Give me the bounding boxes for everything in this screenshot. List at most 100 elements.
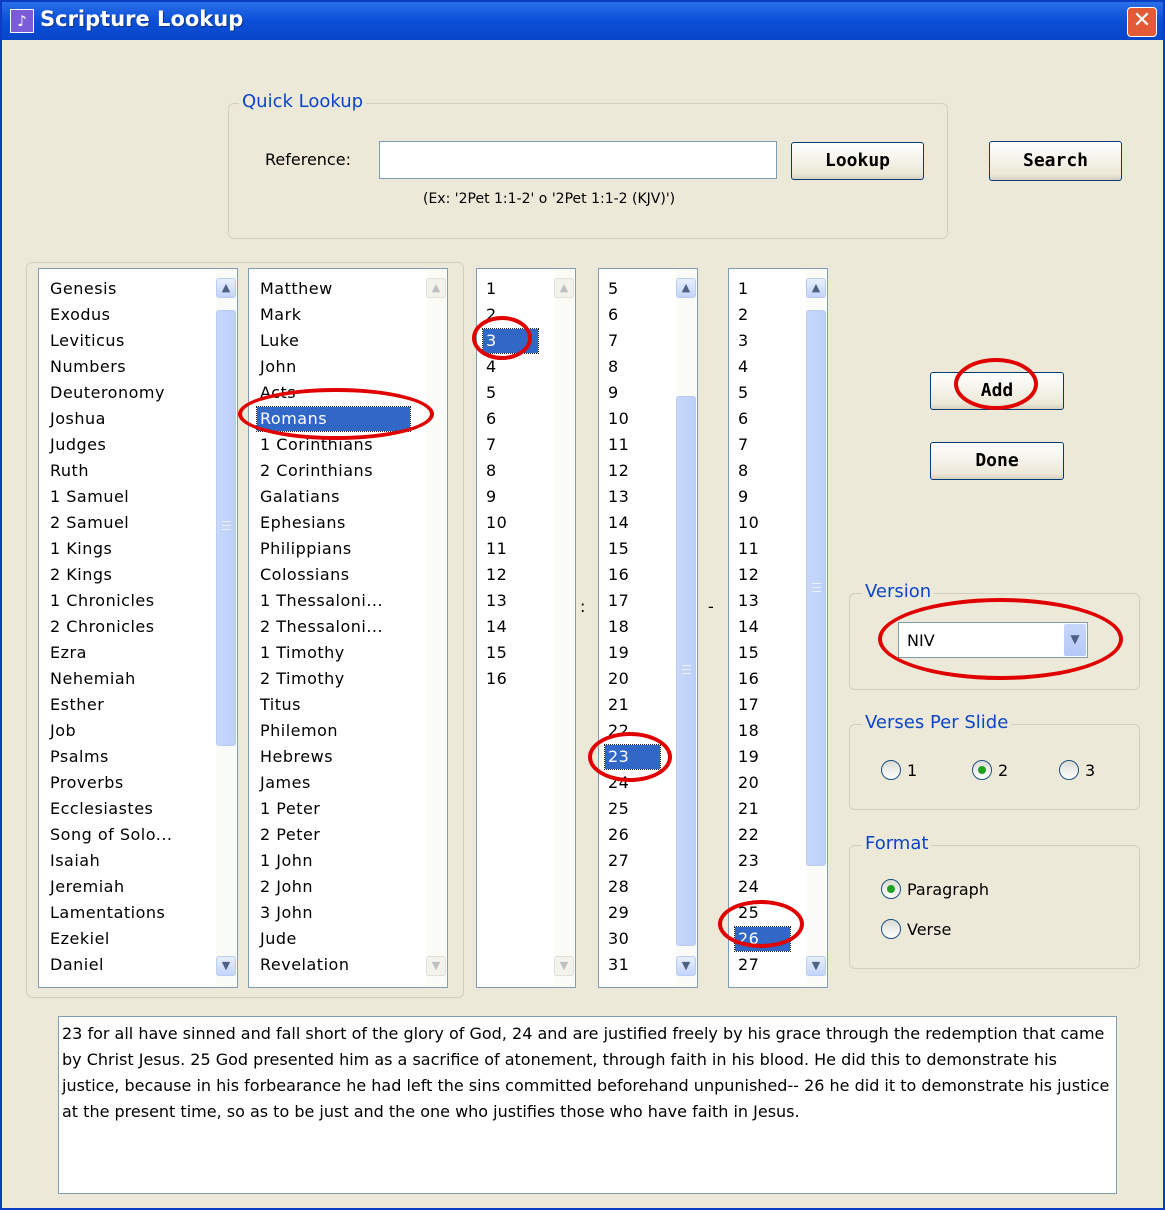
chapter-item[interactable]: 1 (483, 277, 538, 301)
ot-book-item[interactable]: Ecclesiastes (47, 797, 200, 821)
chevron-down-icon[interactable]: ▼ (1064, 624, 1086, 656)
nt-book-item[interactable]: Ephesians (257, 511, 410, 535)
nt-book-item[interactable]: Philippians (257, 537, 410, 561)
chapter-item[interactable]: 2 (483, 303, 538, 327)
start-verse-item[interactable]: 24 (605, 771, 660, 795)
start-verse-item[interactable]: 21 (605, 693, 660, 717)
scroll-up-icon[interactable]: ▲ (426, 278, 446, 298)
scroll-down-icon[interactable]: ▼ (676, 956, 696, 976)
chapter-item[interactable]: 5 (483, 381, 538, 405)
start-verse-scrollbar[interactable]: ▲ ▼ (676, 270, 696, 986)
ot-book-item[interactable]: Daniel (47, 953, 200, 977)
scroll-thumb[interactable] (676, 396, 696, 946)
chapter-item[interactable]: 15 (483, 641, 538, 665)
nt-book-item[interactable]: Mark (257, 303, 410, 327)
chapter-item[interactable]: 14 (483, 615, 538, 639)
nt-book-item[interactable]: Galatians (257, 485, 410, 509)
end-verse-item[interactable]: 12 (735, 563, 790, 587)
end-verse-item[interactable]: 27 (735, 953, 790, 977)
nt-book-item[interactable]: Colossians (257, 563, 410, 587)
start-verse-item[interactable]: 13 (605, 485, 660, 509)
lookup-button[interactable]: Lookup (791, 142, 924, 180)
scroll-down-icon[interactable]: ▼ (554, 956, 574, 976)
ot-book-item[interactable]: Deuteronomy (47, 381, 200, 405)
ot-book-item[interactable]: Exodus (47, 303, 200, 327)
chapter-list[interactable]: 1 2 3 4 5 6 7 8 9 10 11 12 13 14 15 16 ▲ ▼ (476, 268, 576, 988)
ot-book-item[interactable]: Leviticus (47, 329, 200, 353)
nt-book-item[interactable]: James (257, 771, 410, 795)
start-verse-item[interactable]: 10 (605, 407, 660, 431)
start-verse-item[interactable]: 17 (605, 589, 660, 613)
chapter-item[interactable]: 12 (483, 563, 538, 587)
nt-book-item[interactable]: Revelation (257, 953, 410, 977)
chapter-item[interactable]: 11 (483, 537, 538, 561)
end-verse-item[interactable]: 14 (735, 615, 790, 639)
scroll-thumb[interactable] (806, 310, 826, 866)
ot-book-item[interactable]: 1 Chronicles (47, 589, 200, 613)
end-verse-item[interactable]: 11 (735, 537, 790, 561)
end-verse-item[interactable]: 8 (735, 459, 790, 483)
done-button[interactable]: Done (930, 442, 1064, 480)
start-verse-item[interactable]: 27 (605, 849, 660, 873)
scroll-up-icon[interactable]: ▲ (806, 278, 826, 298)
start-verse-item[interactable]: 20 (605, 667, 660, 691)
end-verse-item[interactable]: 16 (735, 667, 790, 691)
start-verse-item[interactable]: 6 (605, 303, 660, 327)
nt-book-item[interactable]: 2 Peter (257, 823, 410, 847)
end-verse-item[interactable]: 1 (735, 277, 790, 301)
scroll-down-icon[interactable]: ▼ (806, 956, 826, 976)
end-verse-item[interactable]: 15 (735, 641, 790, 665)
start-verse-item[interactable]: 16 (605, 563, 660, 587)
start-verse-item[interactable]: 9 (605, 381, 660, 405)
ot-book-item[interactable]: 2 Chronicles (47, 615, 200, 639)
nt-book-item[interactable]: 1 Timothy (257, 641, 410, 665)
nt-book-item[interactable]: 3 John (257, 901, 410, 925)
start-verse-item[interactable]: 19 (605, 641, 660, 665)
nt-book-item[interactable]: Philemon (257, 719, 410, 743)
end-verse-item[interactable]: 24 (735, 875, 790, 899)
ot-book-item[interactable]: 1 Kings (47, 537, 200, 561)
chapter-item[interactable]: 4 (483, 355, 538, 379)
ot-book-item[interactable]: Ruth (47, 459, 200, 483)
nt-book-item[interactable]: 1 Corinthians (257, 433, 410, 457)
add-button[interactable]: Add (930, 372, 1064, 410)
start-verse-item[interactable]: 11 (605, 433, 660, 457)
title-bar[interactable]: ♪ Scripture Lookup ✕ (2, 2, 1163, 40)
ot-book-item[interactable]: Ezekiel (47, 927, 200, 951)
end-verse-item[interactable]: 23 (735, 849, 790, 873)
version-select[interactable]: NIV ▼ (898, 622, 1088, 658)
start-verse-item[interactable]: 14 (605, 511, 660, 535)
ot-scrollbar[interactable]: ▲ ▼ (216, 270, 236, 986)
ot-book-item[interactable]: Job (47, 719, 200, 743)
ot-book-item[interactable]: 2 Samuel (47, 511, 200, 535)
chapter-item[interactable]: 9 (483, 485, 538, 509)
ot-book-item[interactable]: Ezra (47, 641, 200, 665)
nt-book-item[interactable]: Hebrews (257, 745, 410, 769)
chapter-item[interactable]: 3 (482, 328, 539, 354)
new-testament-list[interactable]: Matthew Mark Luke John Acts Romans 1 Corinthia… (248, 268, 448, 988)
close-button[interactable]: ✕ (1127, 7, 1157, 37)
scroll-down-icon[interactable]: ▼ (216, 956, 236, 976)
nt-book-item[interactable]: Matthew (257, 277, 410, 301)
nt-book-item[interactable]: 2 Corinthians (257, 459, 410, 483)
ot-book-item[interactable]: Numbers (47, 355, 200, 379)
nt-book-item[interactable]: Acts (257, 381, 410, 405)
start-verse-item[interactable]: 5 (605, 277, 660, 301)
chapter-scrollbar[interactable]: ▲ ▼ (554, 270, 574, 986)
nt-book-item[interactable]: 2 John (257, 875, 410, 899)
end-verse-item[interactable]: 4 (735, 355, 790, 379)
end-verse-item[interactable]: 3 (735, 329, 790, 353)
start-verse-item[interactable]: 7 (605, 329, 660, 353)
vps-radio-3[interactable] (1059, 760, 1079, 780)
end-verse-scrollbar[interactable]: ▲ ▼ (806, 270, 826, 986)
end-verse-item[interactable]: 26 (734, 926, 791, 952)
vps-radio-2[interactable] (972, 760, 992, 780)
vps-radio-1[interactable] (881, 760, 901, 780)
start-verse-item[interactable]: 29 (605, 901, 660, 925)
start-verse-item[interactable]: 30 (605, 927, 660, 951)
ot-book-item[interactable]: 2 Kings (47, 563, 200, 587)
nt-book-item[interactable]: 1 Peter (257, 797, 410, 821)
start-verse-item[interactable]: 22 (605, 719, 660, 743)
ot-book-item[interactable]: Jeremiah (47, 875, 200, 899)
scroll-up-icon[interactable]: ▲ (216, 278, 236, 298)
